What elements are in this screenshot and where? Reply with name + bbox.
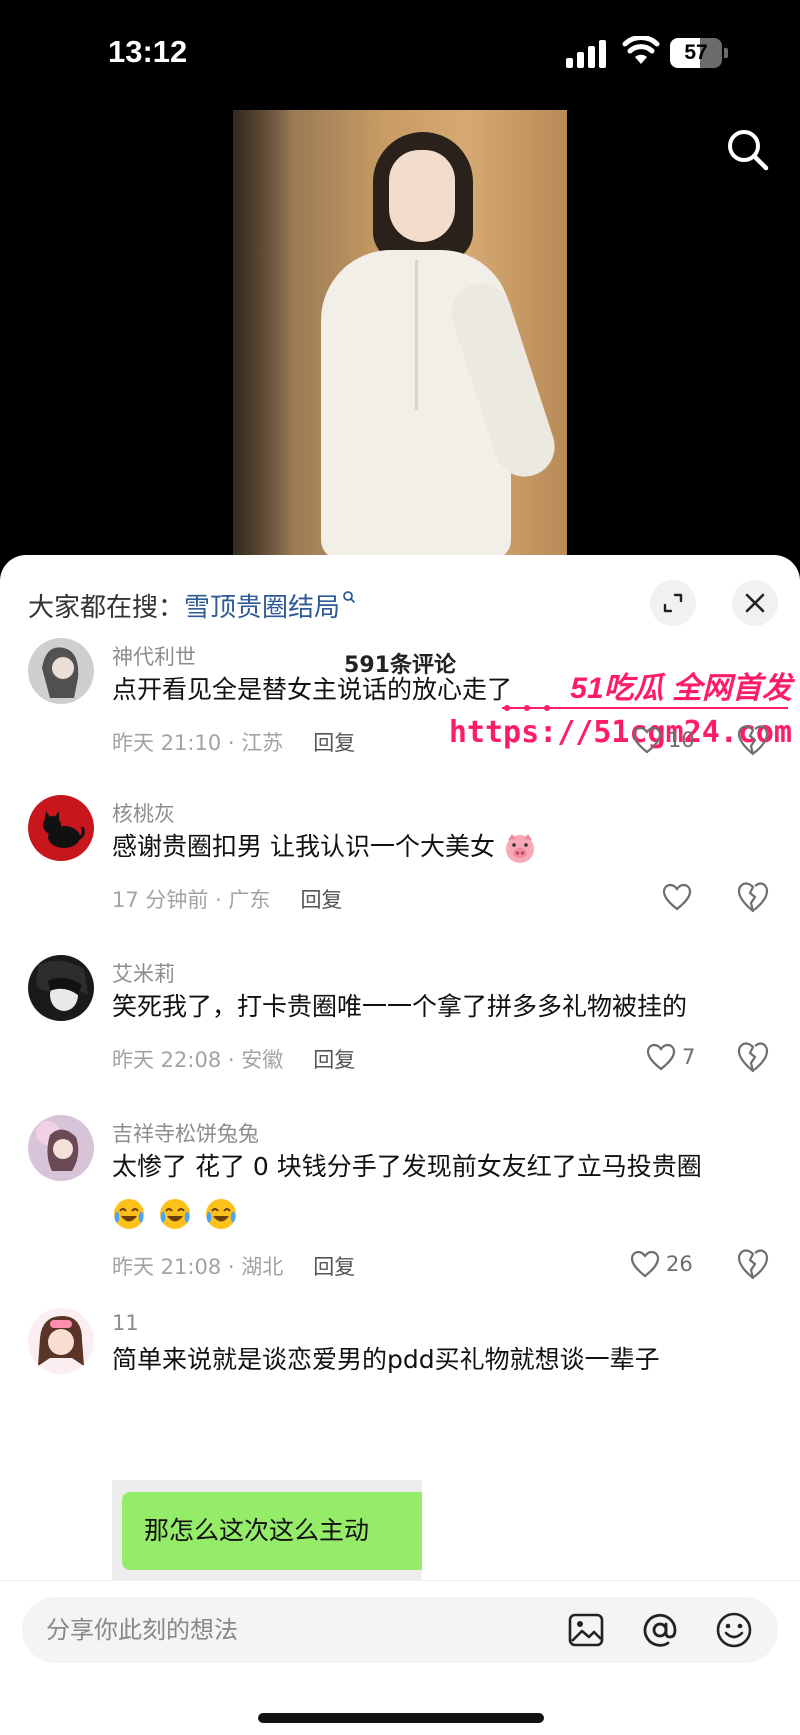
avatar[interactable] [28, 1308, 94, 1374]
trending-search[interactable]: 大家都在搜： 雪顶贵圈结局 [28, 583, 356, 627]
comment-meta: 昨天 21:10 · 江苏 回复 [112, 727, 355, 757]
comment-text: 太惨了 花了 0 块钱分手了发现前女友红了立马投贵圈 [112, 1152, 702, 1181]
status-time: 13:12 [108, 34, 188, 69]
heart-icon [662, 883, 692, 911]
comment-meta: 昨天 22:08 · 安徽 回复 [112, 1044, 355, 1074]
cellular-signal-icon [566, 40, 606, 68]
trending-query-link[interactable]: 雪顶贵圈结局 [184, 587, 340, 624]
crying-laughing-icon [159, 1199, 190, 1229]
expand-button[interactable] [650, 580, 696, 626]
status-bar: 13:12 57 [0, 0, 800, 110]
mention-icon[interactable] [640, 1610, 680, 1650]
comment-text: 简单来说就是谈恋爱男的pdd买礼物就想谈一辈子 [112, 1345, 660, 1374]
comment-text: 点开看见全是替女主说话的放心走了 [112, 675, 513, 704]
like-button[interactable]: 26 [630, 1246, 693, 1282]
comment-sheet: 大家都在搜： 雪顶贵圈结局 591条评论 51吃瓜 全网首发 https://5… [0, 555, 800, 1735]
search-small-icon [343, 591, 356, 604]
comment-input-bar: 分享你此刻的想法 [0, 1580, 800, 1735]
dislike-icon[interactable] [736, 723, 770, 757]
heart-icon [630, 1250, 660, 1278]
chat-bubble: 那怎么这次这么主动 [122, 1492, 422, 1570]
comment-username[interactable]: 吉祥寺松饼兔兔 [112, 1118, 259, 1148]
heart-icon [646, 1043, 676, 1071]
dislike-icon[interactable] [736, 880, 770, 914]
comment-emoji-row [112, 1192, 772, 1234]
comment-time-location: 昨天 22:08 · 安徽 [112, 1048, 284, 1072]
comment-image[interactable]: 那怎么这次这么主动 [112, 1480, 422, 1580]
like-button[interactable]: 7 [646, 1039, 695, 1075]
reply-button[interactable]: 回复 [313, 727, 355, 757]
dislike-icon[interactable] [736, 1247, 770, 1281]
close-button[interactable] [732, 580, 778, 626]
comment-meta: 17 分钟前 · 广东 回复 [112, 884, 342, 914]
image-icon[interactable] [566, 1610, 606, 1650]
comment-username[interactable]: 神代利世 [112, 641, 196, 671]
like-count: 7 [682, 1045, 696, 1069]
crying-laughing-icon [114, 1199, 144, 1229]
heart-icon [632, 726, 662, 754]
dislike-icon[interactable] [736, 1040, 770, 1074]
comment-input[interactable]: 分享你此刻的想法 [22, 1597, 778, 1663]
comment-username[interactable]: 艾米莉 [112, 958, 175, 988]
comment-text-row: 感谢贵圈扣男 让我认识一个大美女 [112, 826, 772, 868]
close-icon [745, 593, 765, 613]
comment-text: 笑死我了，打卡贵圈唯一一个拿了拼多多礼物被挂的 [112, 992, 688, 1021]
like-button[interactable] [662, 879, 698, 915]
home-indicator [258, 1713, 544, 1723]
comment-username[interactable]: 核桃灰 [112, 798, 175, 828]
comment-text: 感谢贵圈扣男 让我认识一个大美女 [112, 832, 495, 861]
search-icon[interactable] [720, 122, 776, 178]
like-count: 10 [668, 728, 695, 752]
avatar[interactable] [28, 795, 94, 861]
like-button[interactable]: 10 [632, 722, 695, 758]
expand-icon [663, 593, 683, 613]
battery-level: 57 [684, 41, 708, 64]
comment-time-location: 17 分钟前 · 广东 [112, 888, 271, 912]
reply-button[interactable]: 回复 [300, 884, 342, 914]
comment-username[interactable]: 11 [112, 1311, 139, 1335]
trending-prefix: 大家都在搜： [28, 592, 185, 623]
comment-time-location: 昨天 21:10 · 江苏 [112, 731, 284, 755]
avatar[interactable] [28, 1115, 94, 1181]
avatar[interactable] [28, 638, 94, 704]
comment-meta: 昨天 21:08 · 湖北 回复 [112, 1251, 355, 1281]
emoji-icon[interactable] [714, 1610, 754, 1650]
reply-button[interactable]: 回复 [313, 1044, 355, 1074]
pig-face-icon [505, 834, 534, 863]
battery-indicator: 57 [670, 38, 728, 68]
comment-time-location: 昨天 21:08 · 湖北 [112, 1255, 284, 1279]
video-player[interactable] [0, 110, 800, 560]
avatar[interactable] [28, 955, 94, 1021]
wifi-icon [622, 36, 660, 64]
crying-laughing-icon [205, 1199, 236, 1229]
video-frame [233, 110, 567, 560]
comment-input-placeholder: 分享你此刻的想法 [46, 1616, 238, 1644]
reply-button[interactable]: 回复 [313, 1251, 355, 1281]
like-count: 26 [666, 1252, 693, 1276]
